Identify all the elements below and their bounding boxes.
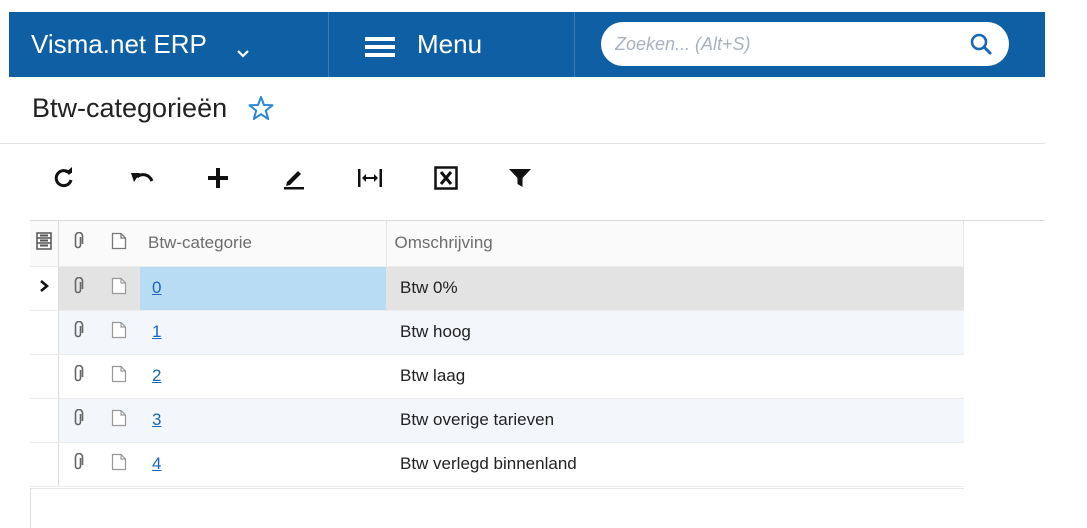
table-row[interactable]: 1 Btw hoog (30, 310, 964, 355)
description-cell[interactable]: Btw 0% (386, 266, 964, 311)
search-box (601, 22, 1009, 66)
chevron-down-icon (235, 37, 251, 58)
attachment-cell[interactable] (58, 442, 98, 487)
favorite-star-icon[interactable] (247, 94, 275, 122)
undo-icon (129, 167, 155, 189)
description-cell[interactable]: Btw verlegd binnenland (386, 442, 964, 487)
paperclip-icon (72, 276, 84, 300)
row-selector[interactable] (30, 442, 59, 487)
category-link[interactable]: 2 (152, 366, 161, 385)
note-cell[interactable] (98, 398, 140, 443)
category-link[interactable]: 0 (152, 278, 161, 297)
column-settings-icon (36, 232, 52, 255)
hamburger-icon (365, 34, 395, 57)
category-link[interactable]: 4 (152, 454, 161, 473)
add-icon (207, 167, 229, 189)
export-excel-icon (434, 166, 458, 190)
column-header-description[interactable]: Omschrijving (386, 221, 964, 267)
top-nav-bar: Visma.net ERP Menu (9, 12, 1045, 77)
note-cell[interactable] (98, 354, 140, 399)
category-cell[interactable]: 2 (140, 354, 386, 399)
filter-icon (508, 167, 532, 189)
paperclip-icon (72, 452, 84, 476)
category-cell[interactable]: 0 (140, 266, 386, 311)
edit-icon (282, 166, 306, 190)
row-selector[interactable] (30, 266, 59, 311)
paperclip-icon (72, 320, 84, 344)
grid-header-row: Btw-categorie Omschrijving (30, 221, 964, 267)
row-selector-header[interactable] (30, 221, 59, 267)
note-icon (111, 453, 127, 476)
category-link[interactable]: 3 (152, 410, 161, 429)
note-icon (111, 321, 127, 344)
edit-button[interactable] (274, 158, 314, 198)
note-cell[interactable] (98, 266, 140, 311)
description-cell[interactable]: Btw overige tarieven (386, 398, 964, 443)
menu-button[interactable]: Menu (329, 12, 575, 77)
grid-left-border (30, 488, 31, 528)
refresh-icon (53, 167, 75, 189)
description-cell[interactable]: Btw laag (386, 354, 964, 399)
header-divider (0, 143, 1045, 144)
column-header-category[interactable]: Btw-categorie (140, 221, 387, 267)
export-excel-button[interactable] (426, 158, 466, 198)
row-selector[interactable] (30, 398, 59, 443)
row-selector[interactable] (30, 310, 59, 355)
category-link[interactable]: 1 (152, 322, 161, 341)
category-cell[interactable]: 4 (140, 442, 386, 487)
current-row-arrow-icon (39, 278, 49, 298)
paperclip-icon (72, 364, 84, 388)
page-title: Btw-categorieën (32, 92, 228, 123)
note-icon (111, 365, 127, 388)
page-header: Btw-categorieën (32, 88, 275, 128)
note-icon (111, 277, 127, 300)
table-row[interactable]: 2 Btw laag (30, 354, 964, 399)
note-icon (111, 409, 127, 432)
note-icon (111, 232, 127, 255)
table-row[interactable]: 4 Btw verlegd binnenland (30, 442, 964, 487)
table-row[interactable]: 3 Btw overige tarieven (30, 398, 964, 443)
row-selector[interactable] (30, 354, 59, 399)
paperclip-icon (72, 408, 84, 432)
company-switcher[interactable]: Visma.net ERP (9, 12, 329, 77)
menu-label: Menu (417, 29, 483, 59)
table-row[interactable]: 0 Btw 0% (30, 266, 964, 311)
undo-button[interactable] (122, 158, 162, 198)
filter-button[interactable] (500, 158, 540, 198)
attachment-cell[interactable] (58, 398, 98, 443)
app-title: Visma.net ERP (31, 29, 207, 59)
note-cell[interactable] (98, 310, 140, 355)
vat-category-grid: Btw-categorie Omschrijving 0 Btw 0% 1 Bt… (30, 221, 964, 487)
attachment-cell[interactable] (58, 266, 98, 311)
fit-columns-icon (357, 167, 383, 189)
refresh-button[interactable] (44, 158, 84, 198)
fit-columns-button[interactable] (350, 158, 390, 198)
paperclip-icon (72, 231, 84, 255)
description-cell[interactable]: Btw hoog (386, 310, 964, 355)
attachment-cell[interactable] (58, 354, 98, 399)
attachments-header[interactable] (58, 221, 98, 267)
note-cell[interactable] (98, 442, 140, 487)
notes-header[interactable] (98, 221, 140, 267)
attachment-cell[interactable] (58, 310, 98, 355)
search-icon[interactable] (969, 32, 993, 56)
category-cell[interactable]: 3 (140, 398, 386, 443)
add-button[interactable] (198, 158, 238, 198)
search-input[interactable] (615, 33, 955, 55)
category-cell[interactable]: 1 (140, 310, 386, 355)
grid-bottom-border (30, 488, 964, 489)
